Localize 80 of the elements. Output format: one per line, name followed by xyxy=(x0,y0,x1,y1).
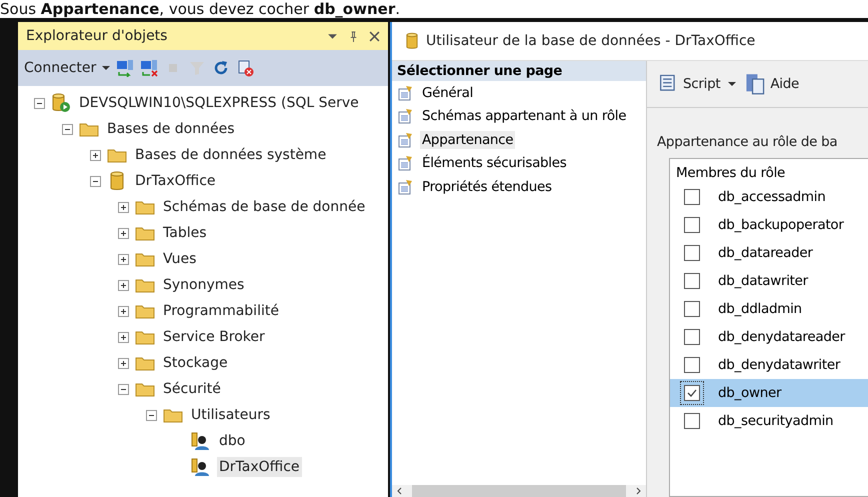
role-row[interactable]: db_backupoperator xyxy=(670,211,868,239)
page-icon xyxy=(398,108,414,124)
instruction-text: Sous Appartenance, vous devez cocher db_owner. xyxy=(0,0,401,18)
connect-button[interactable]: Connecter xyxy=(24,60,96,76)
collapse-icon[interactable] xyxy=(118,384,129,394)
user-icon xyxy=(191,457,211,477)
page-item[interactable]: Appartenance xyxy=(420,130,516,149)
role-row[interactable]: db_datawriter xyxy=(670,267,868,295)
tree-item[interactable]: DrTaxOffice xyxy=(133,171,218,191)
checkbox[interactable] xyxy=(684,301,700,317)
role-row[interactable]: db_datareader xyxy=(670,239,868,267)
role-row[interactable]: db_denydatareader xyxy=(670,323,868,351)
expand-icon[interactable] xyxy=(90,150,101,160)
page-icon xyxy=(398,178,414,195)
tree-item[interactable]: Vues xyxy=(161,249,198,269)
collapse-icon[interactable] xyxy=(90,176,101,186)
database-icon xyxy=(406,32,418,50)
tree-item[interactable]: Stockage xyxy=(161,353,230,373)
help-icon xyxy=(744,73,766,95)
expand-icon[interactable] xyxy=(118,306,129,316)
checkbox[interactable] xyxy=(684,245,700,261)
collapse-icon[interactable] xyxy=(34,98,45,108)
tree-item[interactable]: Service Broker xyxy=(161,327,267,347)
role-row[interactable]: db_accessadmin xyxy=(670,183,868,211)
scroll-right-icon[interactable] xyxy=(634,487,642,495)
pages-header: Sélectionner une page xyxy=(392,61,646,81)
tree-item[interactable]: Bases de données xyxy=(105,119,237,139)
expand-icon[interactable] xyxy=(118,254,129,264)
tree-item[interactable]: Programmabilité xyxy=(161,301,281,321)
tree-item[interactable]: Sécurité xyxy=(161,379,223,399)
disconnect-icon[interactable] xyxy=(140,59,158,77)
role-row[interactable]: db_ddladmin xyxy=(670,295,868,323)
connect-icon[interactable] xyxy=(116,59,134,77)
checkbox[interactable] xyxy=(684,273,700,289)
role-row[interactable]: db_owner xyxy=(670,379,868,407)
checkbox[interactable] xyxy=(684,189,700,205)
caret-icon[interactable] xyxy=(102,64,110,72)
script-stop-icon[interactable] xyxy=(236,59,254,77)
role-row[interactable]: db_securityadmin xyxy=(670,407,868,435)
tree-item[interactable]: dbo xyxy=(217,431,248,451)
expand-icon[interactable] xyxy=(118,228,129,238)
horizontal-scrollbar[interactable] xyxy=(392,485,646,497)
caret-icon[interactable] xyxy=(728,80,736,88)
help-button[interactable]: Aide xyxy=(744,73,800,95)
pin-icon[interactable] xyxy=(348,30,359,42)
server-icon xyxy=(51,93,71,113)
tree-item[interactable]: DEVSQLWIN10\SQLEXPRESS (SQL Serve xyxy=(77,93,361,113)
user-icon xyxy=(191,431,211,451)
tree-item[interactable]: Bases de données système xyxy=(133,145,328,165)
tree-item[interactable]: Utilisateurs xyxy=(189,405,272,425)
expand-icon[interactable] xyxy=(118,202,129,212)
scroll-left-icon[interactable] xyxy=(396,487,404,495)
role-row[interactable]: db_denydatawriter xyxy=(670,351,868,379)
group-label: Appartenance au rôle de ba xyxy=(657,134,838,150)
tree-item[interactable]: DrTaxOffice xyxy=(217,457,302,477)
tree-item[interactable]: Schémas de base de donnée xyxy=(161,197,368,217)
tree-item[interactable]: Tables xyxy=(161,223,208,243)
checkbox[interactable] xyxy=(684,413,700,429)
page-icon xyxy=(398,132,414,148)
collapse-icon[interactable] xyxy=(62,124,73,134)
column-header: Membres du rôle xyxy=(675,164,786,183)
expand-icon[interactable] xyxy=(118,332,129,342)
close-icon[interactable] xyxy=(369,30,380,42)
scroll-thumb[interactable] xyxy=(412,485,626,497)
dialog-title: Utilisateur de la base de données - DrTaxOffice xyxy=(426,33,756,49)
checkbox[interactable] xyxy=(684,357,700,373)
page-icon xyxy=(398,84,414,101)
expand-icon[interactable] xyxy=(118,280,129,290)
page-item[interactable]: Propriétés étendues xyxy=(420,178,554,196)
tree-item[interactable]: Synonymes xyxy=(161,275,246,295)
script-button[interactable]: Script xyxy=(657,73,720,95)
page-item[interactable]: Éléments sécurisables xyxy=(420,154,569,172)
collapse-icon[interactable] xyxy=(146,410,157,420)
checkbox[interactable] xyxy=(684,329,700,345)
page-icon xyxy=(398,155,414,172)
page-item[interactable]: Général xyxy=(420,84,476,102)
checkbox[interactable] xyxy=(684,217,700,233)
panel-title: Explorateur d'objets xyxy=(26,28,168,44)
page-item[interactable]: Schémas appartenant à un rôle xyxy=(420,107,628,126)
expand-icon[interactable] xyxy=(118,358,129,368)
